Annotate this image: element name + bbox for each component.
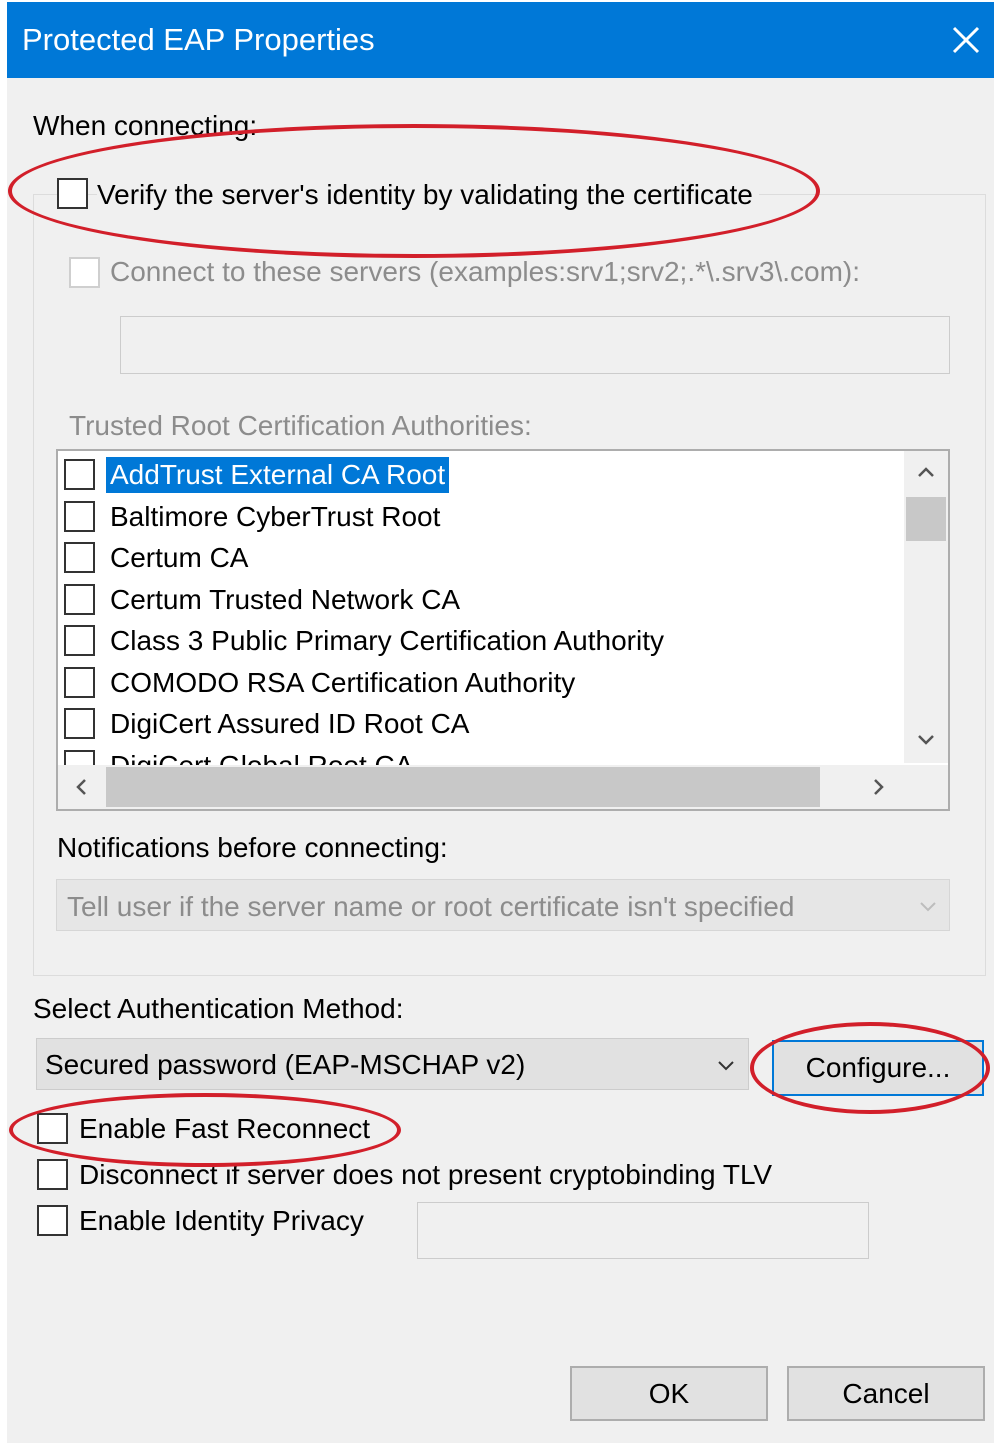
certificate-label: Baltimore CyberTrust Root xyxy=(110,501,441,532)
servers-input[interactable] xyxy=(120,316,950,374)
notifications-label: Notifications before connecting: xyxy=(57,832,448,863)
certificate-label: Certum CA xyxy=(110,542,249,573)
connect-servers-label: Connect to these servers (examples:srv1;… xyxy=(110,256,861,287)
connect-servers-checkbox[interactable] xyxy=(69,257,100,288)
fast-reconnect-label: Enable Fast Reconnect xyxy=(79,1113,371,1144)
chevron-down-icon xyxy=(717,1059,735,1077)
notifications-dropdown[interactable]: Tell user if the server name or root cer… xyxy=(56,879,950,931)
certificate-label: AddTrust External CA Root xyxy=(106,457,450,493)
auth-method-dropdown[interactable]: Secured password (EAP-MSCHAP v2) xyxy=(36,1038,749,1090)
certificate-checkbox[interactable] xyxy=(64,708,95,739)
certificate-checkbox[interactable] xyxy=(64,459,95,490)
certificate-label: Class 3 Public Primary Certification Aut… xyxy=(110,625,664,656)
certificate-checkbox[interactable] xyxy=(64,584,95,615)
certificate-checkbox[interactable] xyxy=(64,542,95,573)
scroll-right-icon[interactable] xyxy=(872,777,886,802)
verify-identity-label: Verify the server's identity by validati… xyxy=(97,179,759,211)
configure-button[interactable]: Configure... xyxy=(772,1040,984,1096)
certificate-label: COMODO RSA Certification Authority xyxy=(110,667,576,698)
notifications-value: Tell user if the server name or root cer… xyxy=(67,891,795,922)
certificate-checkbox[interactable] xyxy=(64,501,95,532)
certificate-list[interactable]: AddTrust External CA Root Baltimore Cybe… xyxy=(56,449,950,811)
identity-privacy-label: Enable Identity Privacy xyxy=(79,1205,364,1236)
ok-button[interactable]: OK xyxy=(570,1366,768,1421)
fast-reconnect-checkbox[interactable] xyxy=(37,1113,68,1144)
trusted-root-label: Trusted Root Certification Authorities: xyxy=(69,410,532,441)
certificate-label: DigiCert Assured ID Root CA xyxy=(110,708,470,739)
auth-method-value: Secured password (EAP-MSCHAP v2) xyxy=(45,1049,526,1080)
scroll-down-icon[interactable] xyxy=(916,733,936,752)
certificate-checkbox[interactable] xyxy=(64,625,95,656)
identity-privacy-input[interactable] xyxy=(417,1202,869,1259)
cryptobinding-label: Disconnect if server does not present cr… xyxy=(79,1159,773,1190)
dialog-title: Protected EAP Properties xyxy=(22,22,375,57)
when-connecting-heading: When connecting: xyxy=(33,110,258,141)
auth-method-label: Select Authentication Method: xyxy=(33,993,404,1024)
vertical-scrollbar[interactable] xyxy=(904,451,948,763)
chevron-down-icon xyxy=(919,900,937,918)
cancel-button[interactable]: Cancel xyxy=(787,1366,985,1421)
cryptobinding-checkbox[interactable] xyxy=(37,1159,68,1190)
scroll-left-icon[interactable] xyxy=(74,777,88,802)
horizontal-scrollbar[interactable] xyxy=(58,765,948,809)
certificate-checkbox[interactable] xyxy=(64,667,95,698)
certificate-label: Certum Trusted Network CA xyxy=(110,584,461,615)
horizontal-scroll-thumb[interactable] xyxy=(106,767,820,807)
identity-privacy-checkbox[interactable] xyxy=(37,1205,68,1236)
vertical-scroll-thumb[interactable] xyxy=(906,497,946,541)
scroll-up-icon[interactable] xyxy=(916,465,936,484)
verify-identity-checkbox[interactable] xyxy=(57,178,88,209)
close-icon[interactable] xyxy=(946,20,986,60)
